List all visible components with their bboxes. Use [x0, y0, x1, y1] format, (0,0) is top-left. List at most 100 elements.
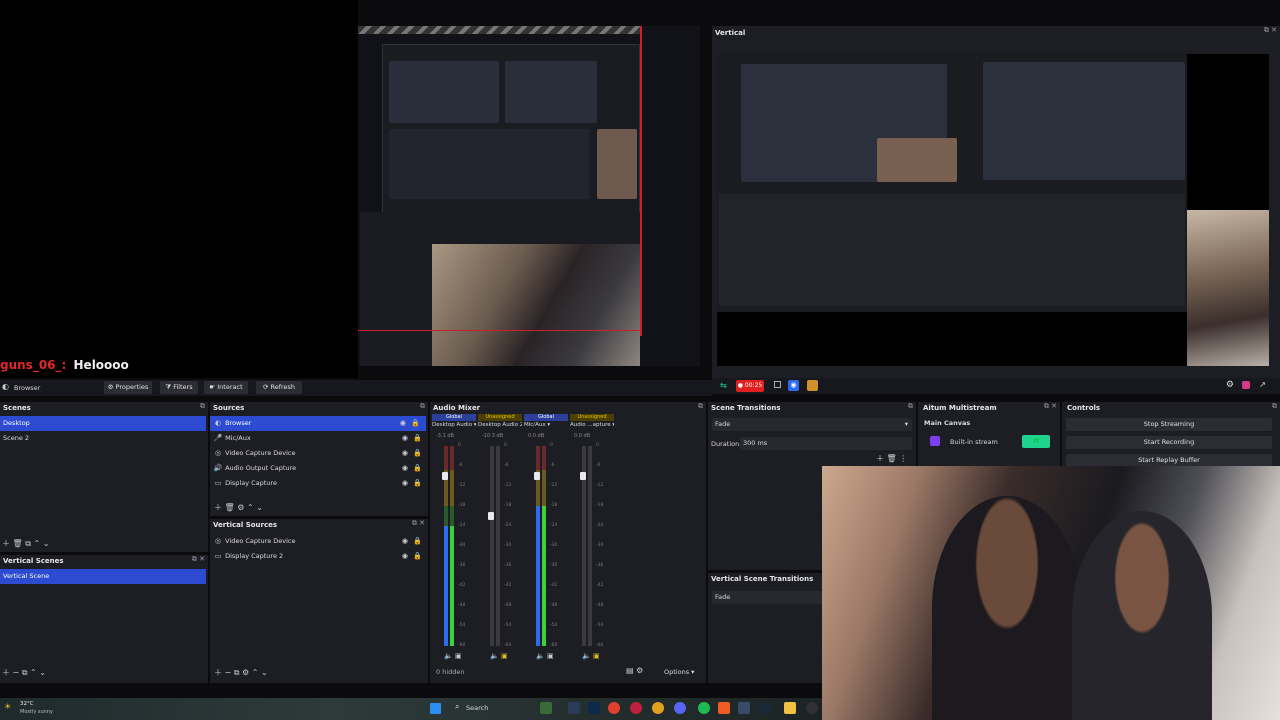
sources-dock-icons[interactable]: ⧉	[420, 402, 425, 411]
meter-scale-label: -36	[596, 563, 604, 568]
lock-icon[interactable]: 🔒	[413, 461, 422, 476]
scenes-dock-icons[interactable]: ⧉	[200, 402, 205, 411]
source-item[interactable]: ▭ Display Capture ◉ 🔒	[210, 476, 428, 491]
app-icon[interactable]	[738, 702, 750, 714]
meter-scale-label: -30	[504, 543, 512, 548]
vertical-transition-select[interactable]: Fade	[712, 591, 822, 604]
chrome-icon[interactable]	[608, 702, 620, 714]
vertical-scene-item[interactable]: Vertical Scene	[0, 569, 206, 584]
meter-scale-label: -18	[458, 503, 466, 508]
mixer-options-button[interactable]: Options ▾	[664, 668, 694, 676]
settings-gear-icon[interactable]: ⚙	[1226, 380, 1234, 390]
visibility-eye-icon[interactable]: ◉	[402, 446, 408, 461]
taskbar-search[interactable]: Search	[466, 704, 488, 712]
main-preview[interactable]	[358, 26, 700, 366]
volume-fader[interactable]	[534, 472, 540, 480]
visibility-eye-icon[interactable]: ◉	[400, 416, 406, 431]
vertical-scenes-list-toolbar[interactable]: ＋ − ⧉ ⌃ ⌄	[2, 667, 46, 678]
volume-fader[interactable]	[488, 512, 494, 520]
mute-speaker-icon[interactable]: 🔈 ▣	[536, 652, 554, 660]
search-icon[interactable]: ⌕	[455, 702, 459, 712]
brave-icon[interactable]	[718, 702, 730, 714]
lock-icon[interactable]: 🔒	[413, 476, 422, 491]
properties-button[interactable]: ⚙ Properties	[104, 381, 152, 394]
stop-icon[interactable]	[774, 381, 781, 388]
multistream-dock-icons[interactable]: ⧉ ✕	[1044, 402, 1057, 411]
record-timer-button[interactable]: ● 00:25	[736, 380, 764, 392]
vertical-sources-dock-icons[interactable]: ⧉ ✕	[412, 519, 425, 528]
mixer-channel-name[interactable]: Desktop Audio 2 ▾	[478, 422, 522, 428]
app-icon[interactable]	[652, 702, 664, 714]
chevron-down-icon: ▾	[904, 420, 908, 428]
vertical-sources-list-toolbar[interactable]: ＋ − ⧉ ⚙ ⌃ ⌄	[214, 667, 268, 678]
vertical-source-item[interactable]: ◎ Video Capture Device ◉ 🔒	[210, 534, 428, 549]
filters-button[interactable]: ⧩ Filters	[160, 381, 198, 394]
scene-item[interactable]: Scene 2	[0, 431, 208, 446]
interact-button[interactable]: ☛ Interact	[204, 381, 248, 394]
source-item[interactable]: ◐ Browser ◉ 🔒	[210, 416, 426, 431]
visibility-eye-icon[interactable]: ◉	[402, 461, 408, 476]
studio-mode-icon[interactable]: ⇆	[720, 381, 727, 390]
steam-icon[interactable]	[760, 702, 772, 714]
meter-scale-label: -6	[504, 463, 509, 468]
lock-icon[interactable]: 🔒	[411, 416, 420, 431]
source-item[interactable]: ◎ Video Capture Device ◉ 🔒	[210, 446, 428, 461]
lock-icon[interactable]: 🔒	[413, 534, 422, 549]
meter-scale-label: -12	[458, 483, 466, 488]
meter-scale-label: -36	[504, 563, 512, 568]
meter-scale-label: -30	[550, 543, 558, 548]
vertical-source-item[interactable]: ▭ Display Capture 2 ◉ 🔒	[210, 549, 428, 564]
app-icon[interactable]	[540, 702, 552, 714]
mixer-channel-name[interactable]: Audio ...apture ▾	[570, 422, 614, 428]
volume-fader[interactable]	[442, 472, 448, 480]
app-icon[interactable]	[630, 702, 642, 714]
volume-fader[interactable]	[580, 472, 586, 480]
source-item[interactable]: 🎤 Mic/Aux ◉ 🔒	[210, 431, 428, 446]
visibility-eye-icon[interactable]: ◉	[402, 534, 408, 549]
vertical-controls-bar: ⇆ ● 00:25 ◉ ⚙ ↗	[712, 378, 1280, 394]
windows-start-icon[interactable]	[430, 703, 441, 714]
vertical-preview-dock-icons[interactable]: ⧉ ✕	[1264, 26, 1277, 35]
visibility-eye-icon[interactable]: ◉	[402, 431, 408, 446]
duration-field[interactable]: 300 ms	[740, 437, 912, 450]
visibility-eye-icon[interactable]: ◉	[402, 549, 408, 564]
scene-item[interactable]: Desktop	[0, 416, 206, 431]
discord-icon[interactable]	[674, 702, 686, 714]
spotify-icon[interactable]	[698, 702, 710, 714]
stop-streaming-button[interactable]: Stop Streaming	[1066, 418, 1272, 431]
virtual-cam-icon[interactable]	[807, 380, 818, 391]
transition-toolbar[interactable]: ＋ 🗑 ⋮	[876, 453, 907, 464]
file-explorer-icon[interactable]	[784, 702, 796, 714]
mute-speaker-icon[interactable]: 🔈 ▣	[490, 652, 508, 660]
replay-buffer-icon[interactable]: ◉	[788, 380, 799, 391]
vertical-canvas[interactable]	[717, 54, 1269, 366]
mute-speaker-icon[interactable]: 🔈 ▣	[444, 652, 462, 660]
obs-icon[interactable]	[806, 702, 818, 714]
audio-mixer-dock-icons[interactable]: ⧉	[698, 402, 703, 411]
meter-scale-label: -60	[504, 643, 512, 648]
mixer-layout-icon[interactable]: ▤ ⚙	[626, 666, 643, 675]
mixer-channel-name[interactable]: Desktop Audio ▾	[432, 422, 476, 428]
controls-dock-icons[interactable]: ⧉	[1272, 402, 1277, 411]
share-icon[interactable]: ↗	[1259, 380, 1266, 389]
sources-list-toolbar[interactable]: ＋ 🗑 ⚙ ⌃ ⌄	[214, 502, 263, 513]
taskbar-apps[interactable]	[540, 702, 822, 716]
scene-transitions-dock-icons[interactable]: ⧉	[908, 402, 913, 411]
transition-select[interactable]: Fade ▾	[712, 418, 912, 431]
color-tag-icon[interactable]	[1242, 381, 1250, 389]
visibility-eye-icon[interactable]: ◉	[402, 476, 408, 491]
start-recording-button[interactable]: Start Recording	[1066, 436, 1272, 449]
lock-icon[interactable]: 🔒	[413, 431, 422, 446]
mute-speaker-icon[interactable]: 🔈 ▣	[582, 652, 600, 660]
vertical-scenes-dock-icons[interactable]: ⧉ ✕	[192, 555, 205, 564]
lock-icon[interactable]: 🔒	[413, 549, 422, 564]
lock-icon[interactable]: 🔒	[413, 446, 422, 461]
source-item[interactable]: 🔊 Audio Output Capture ◉ 🔒	[210, 461, 428, 476]
meter-scale-label: -24	[550, 523, 558, 528]
mixer-channel-name[interactable]: Mic/Aux ▾	[524, 422, 568, 428]
scenes-list-toolbar[interactable]: ＋ 🗑 ⧉ ⌃ ⌄	[2, 538, 49, 549]
stream-toggle-button[interactable]: ⇄	[1022, 435, 1050, 448]
photoshop-icon[interactable]	[588, 702, 600, 714]
app-icon[interactable]	[568, 702, 580, 714]
refresh-button[interactable]: ⟳ Refresh	[256, 381, 302, 394]
